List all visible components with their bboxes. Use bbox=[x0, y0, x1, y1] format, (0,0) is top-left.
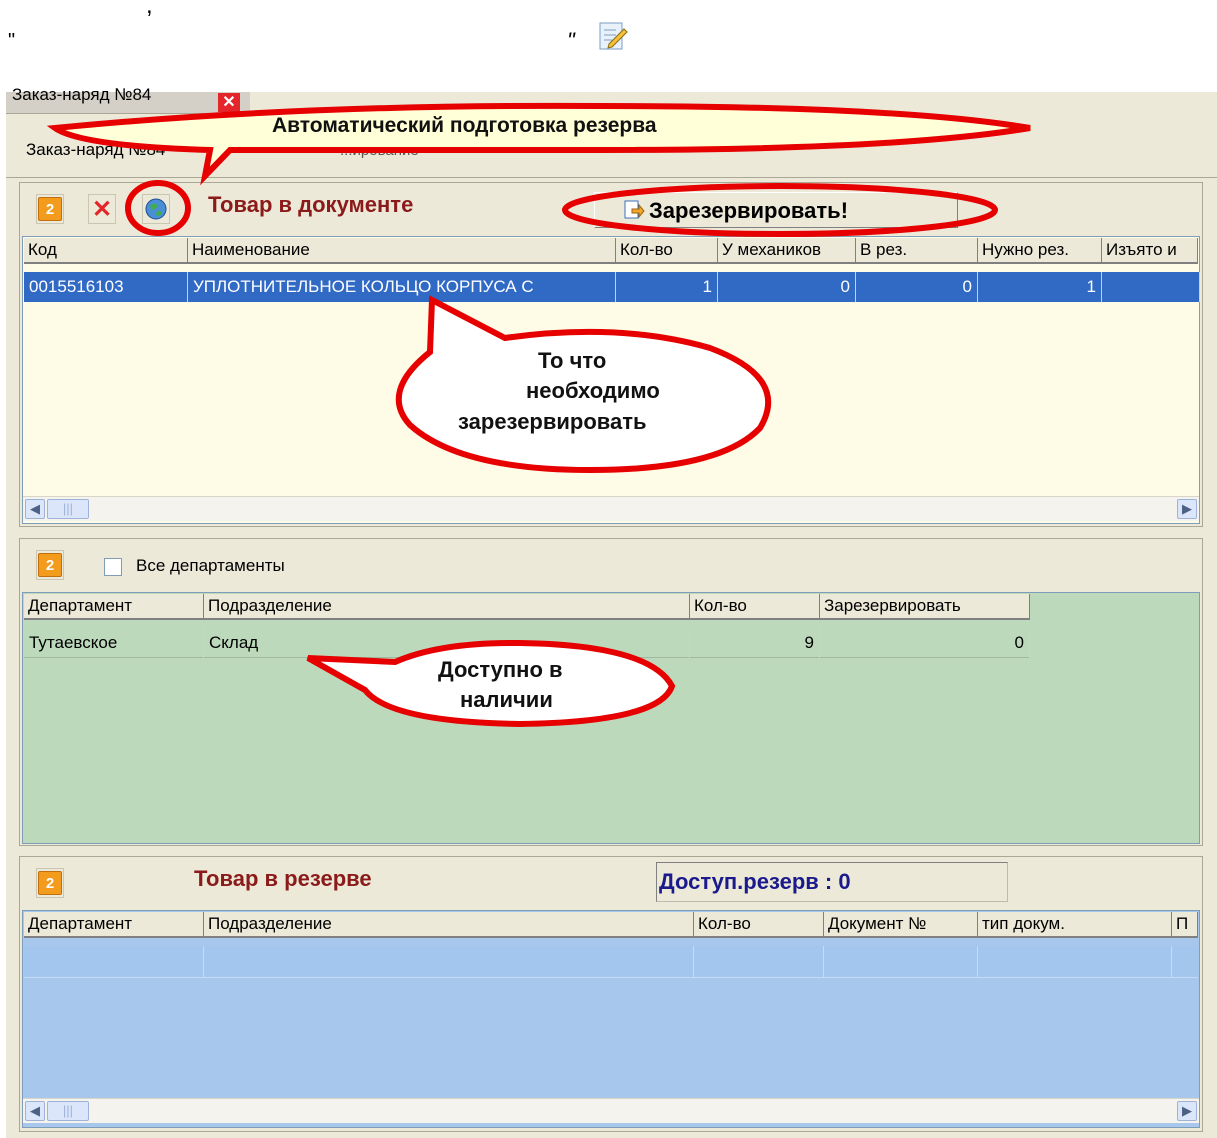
cell-qty: 1 bbox=[616, 272, 718, 302]
subtab-order[interactable]: Заказ-наряд №84 bbox=[26, 140, 165, 160]
empty-cell bbox=[694, 946, 824, 978]
cell-department: Тутаевское bbox=[24, 628, 204, 658]
empty-cell bbox=[978, 946, 1172, 978]
col-header-subdivision[interactable]: Подразделение bbox=[204, 594, 690, 620]
available-reserve-box: Доступ.резерв : 0 bbox=[656, 862, 1008, 902]
need-reserve-callout-line2: необходимо bbox=[526, 378, 660, 403]
globe-icon bbox=[145, 198, 167, 220]
tab-close-icon[interactable]: ✕ bbox=[218, 93, 240, 112]
col-header-qty[interactable]: Кол-во bbox=[694, 912, 824, 938]
reserved-refresh-button[interactable]: 2 bbox=[36, 868, 64, 898]
cell-name: УПЛОТНИТЕЛЬНОЕ КОЛЬЦО КОРПУСА С bbox=[188, 272, 616, 302]
cell-in-reserve: 0 bbox=[856, 272, 978, 302]
empty-cell bbox=[824, 946, 978, 978]
scroll-left-icon[interactable]: ◀ bbox=[25, 1101, 45, 1121]
document-tab-label: Заказ-наряд №84 bbox=[12, 85, 152, 104]
empty-cell bbox=[204, 946, 694, 978]
col-header-name[interactable]: Наименование bbox=[188, 238, 616, 264]
cell-to-reserve: 0 bbox=[820, 628, 1030, 658]
col-header-department[interactable]: Департамент bbox=[24, 912, 204, 938]
reserve-button[interactable]: Зарезервировать! bbox=[594, 192, 958, 228]
scroll-thumb[interactable]: ||| bbox=[47, 499, 89, 519]
cell-mechanics: 0 bbox=[718, 272, 856, 302]
col-header-to-reserve[interactable]: Зарезервировать bbox=[820, 594, 1030, 620]
table-row[interactable] bbox=[24, 946, 1198, 978]
col-header-in-reserve[interactable]: В рез. bbox=[856, 238, 978, 264]
available-reserve-label: Доступ.резерв : 0 bbox=[659, 869, 851, 894]
heading-comma: , bbox=[146, 0, 153, 19]
reserve-icon bbox=[623, 199, 645, 221]
refresh-icon: 2 bbox=[38, 553, 62, 577]
available-callout-line1: Доступно в bbox=[438, 657, 563, 682]
col-header-qty[interactable]: Кол-во bbox=[616, 238, 718, 264]
bottom-horizontal-scrollbar[interactable]: ◀ ||| ▶ bbox=[23, 1098, 1199, 1123]
heading-quote-open: " bbox=[8, 30, 16, 52]
top-horizontal-scrollbar[interactable]: ◀ ||| ▶ bbox=[23, 496, 1199, 521]
available-callout-line2: наличии bbox=[460, 687, 553, 712]
auto-reserve-callout-text: Автоматический подготовка резерва bbox=[272, 114, 657, 137]
col-header-taken[interactable]: Изъято и bbox=[1102, 238, 1198, 264]
document-tab[interactable]: Заказ-наряд №84 ✕ bbox=[6, 85, 250, 114]
reserved-goods-title: Товар в резерве bbox=[194, 866, 372, 891]
delete-icon: ✕ bbox=[91, 195, 113, 223]
cell-taken bbox=[1102, 272, 1200, 302]
bottom-grid bbox=[22, 910, 1200, 1128]
col-header-code[interactable]: Код bbox=[24, 238, 188, 264]
table-row[interactable]: 0015516103 УПЛОТНИТЕЛЬНОЕ КОЛЬЦО КОРПУСА… bbox=[24, 272, 1200, 302]
col-header-document-no[interactable]: Документ № bbox=[824, 912, 978, 938]
col-header-doc-type[interactable]: тип докум. bbox=[978, 912, 1172, 938]
refresh-icon: 2 bbox=[38, 197, 62, 221]
scroll-left-icon[interactable]: ◀ bbox=[25, 499, 45, 519]
refresh-icon: 2 bbox=[38, 871, 62, 895]
cell-qty: 9 bbox=[690, 628, 820, 658]
cell-code: 0015516103 bbox=[24, 272, 188, 302]
auto-reserve-button[interactable] bbox=[142, 194, 170, 224]
need-reserve-callout-line1: То что bbox=[538, 348, 607, 373]
delete-button[interactable]: ✕ bbox=[88, 194, 116, 224]
scroll-right-icon[interactable]: ▶ bbox=[1177, 1101, 1197, 1121]
reserve-button-label: Зарезервировать! bbox=[649, 198, 849, 223]
availability-refresh-button[interactable]: 2 bbox=[36, 550, 64, 580]
all-departments-label: Все департаменты bbox=[136, 556, 285, 575]
col-header-extra[interactable]: П bbox=[1172, 912, 1198, 938]
edit-note-icon[interactable] bbox=[594, 18, 630, 54]
heading-quote-close: " bbox=[567, 28, 575, 53]
col-header-qty[interactable]: Кол-во bbox=[690, 594, 820, 620]
cell-need-reserve: 1 bbox=[978, 272, 1102, 302]
col-header-subdivision[interactable]: Подразделение bbox=[204, 912, 694, 938]
col-header-mechanics[interactable]: У механиков bbox=[718, 238, 856, 264]
col-header-need-reserve[interactable]: Нужно рез. bbox=[978, 238, 1102, 264]
refresh-button[interactable]: 2 bbox=[36, 194, 64, 224]
scroll-thumb[interactable]: ||| bbox=[47, 1101, 89, 1121]
empty-cell bbox=[24, 946, 204, 978]
need-reserve-callout-line3: зарезервировать bbox=[458, 409, 647, 434]
col-header-department[interactable]: Департамент bbox=[24, 594, 204, 620]
cell-subdivision: Склад bbox=[204, 628, 690, 658]
all-departments-checkbox[interactable] bbox=[104, 558, 122, 576]
subtab-reserve[interactable]: ...ирование bbox=[340, 142, 419, 159]
scroll-right-icon[interactable]: ▶ bbox=[1177, 499, 1197, 519]
table-row[interactable]: Тутаевское Склад 9 0 bbox=[24, 628, 1030, 658]
document-goods-title: Товар в документе bbox=[208, 192, 414, 217]
